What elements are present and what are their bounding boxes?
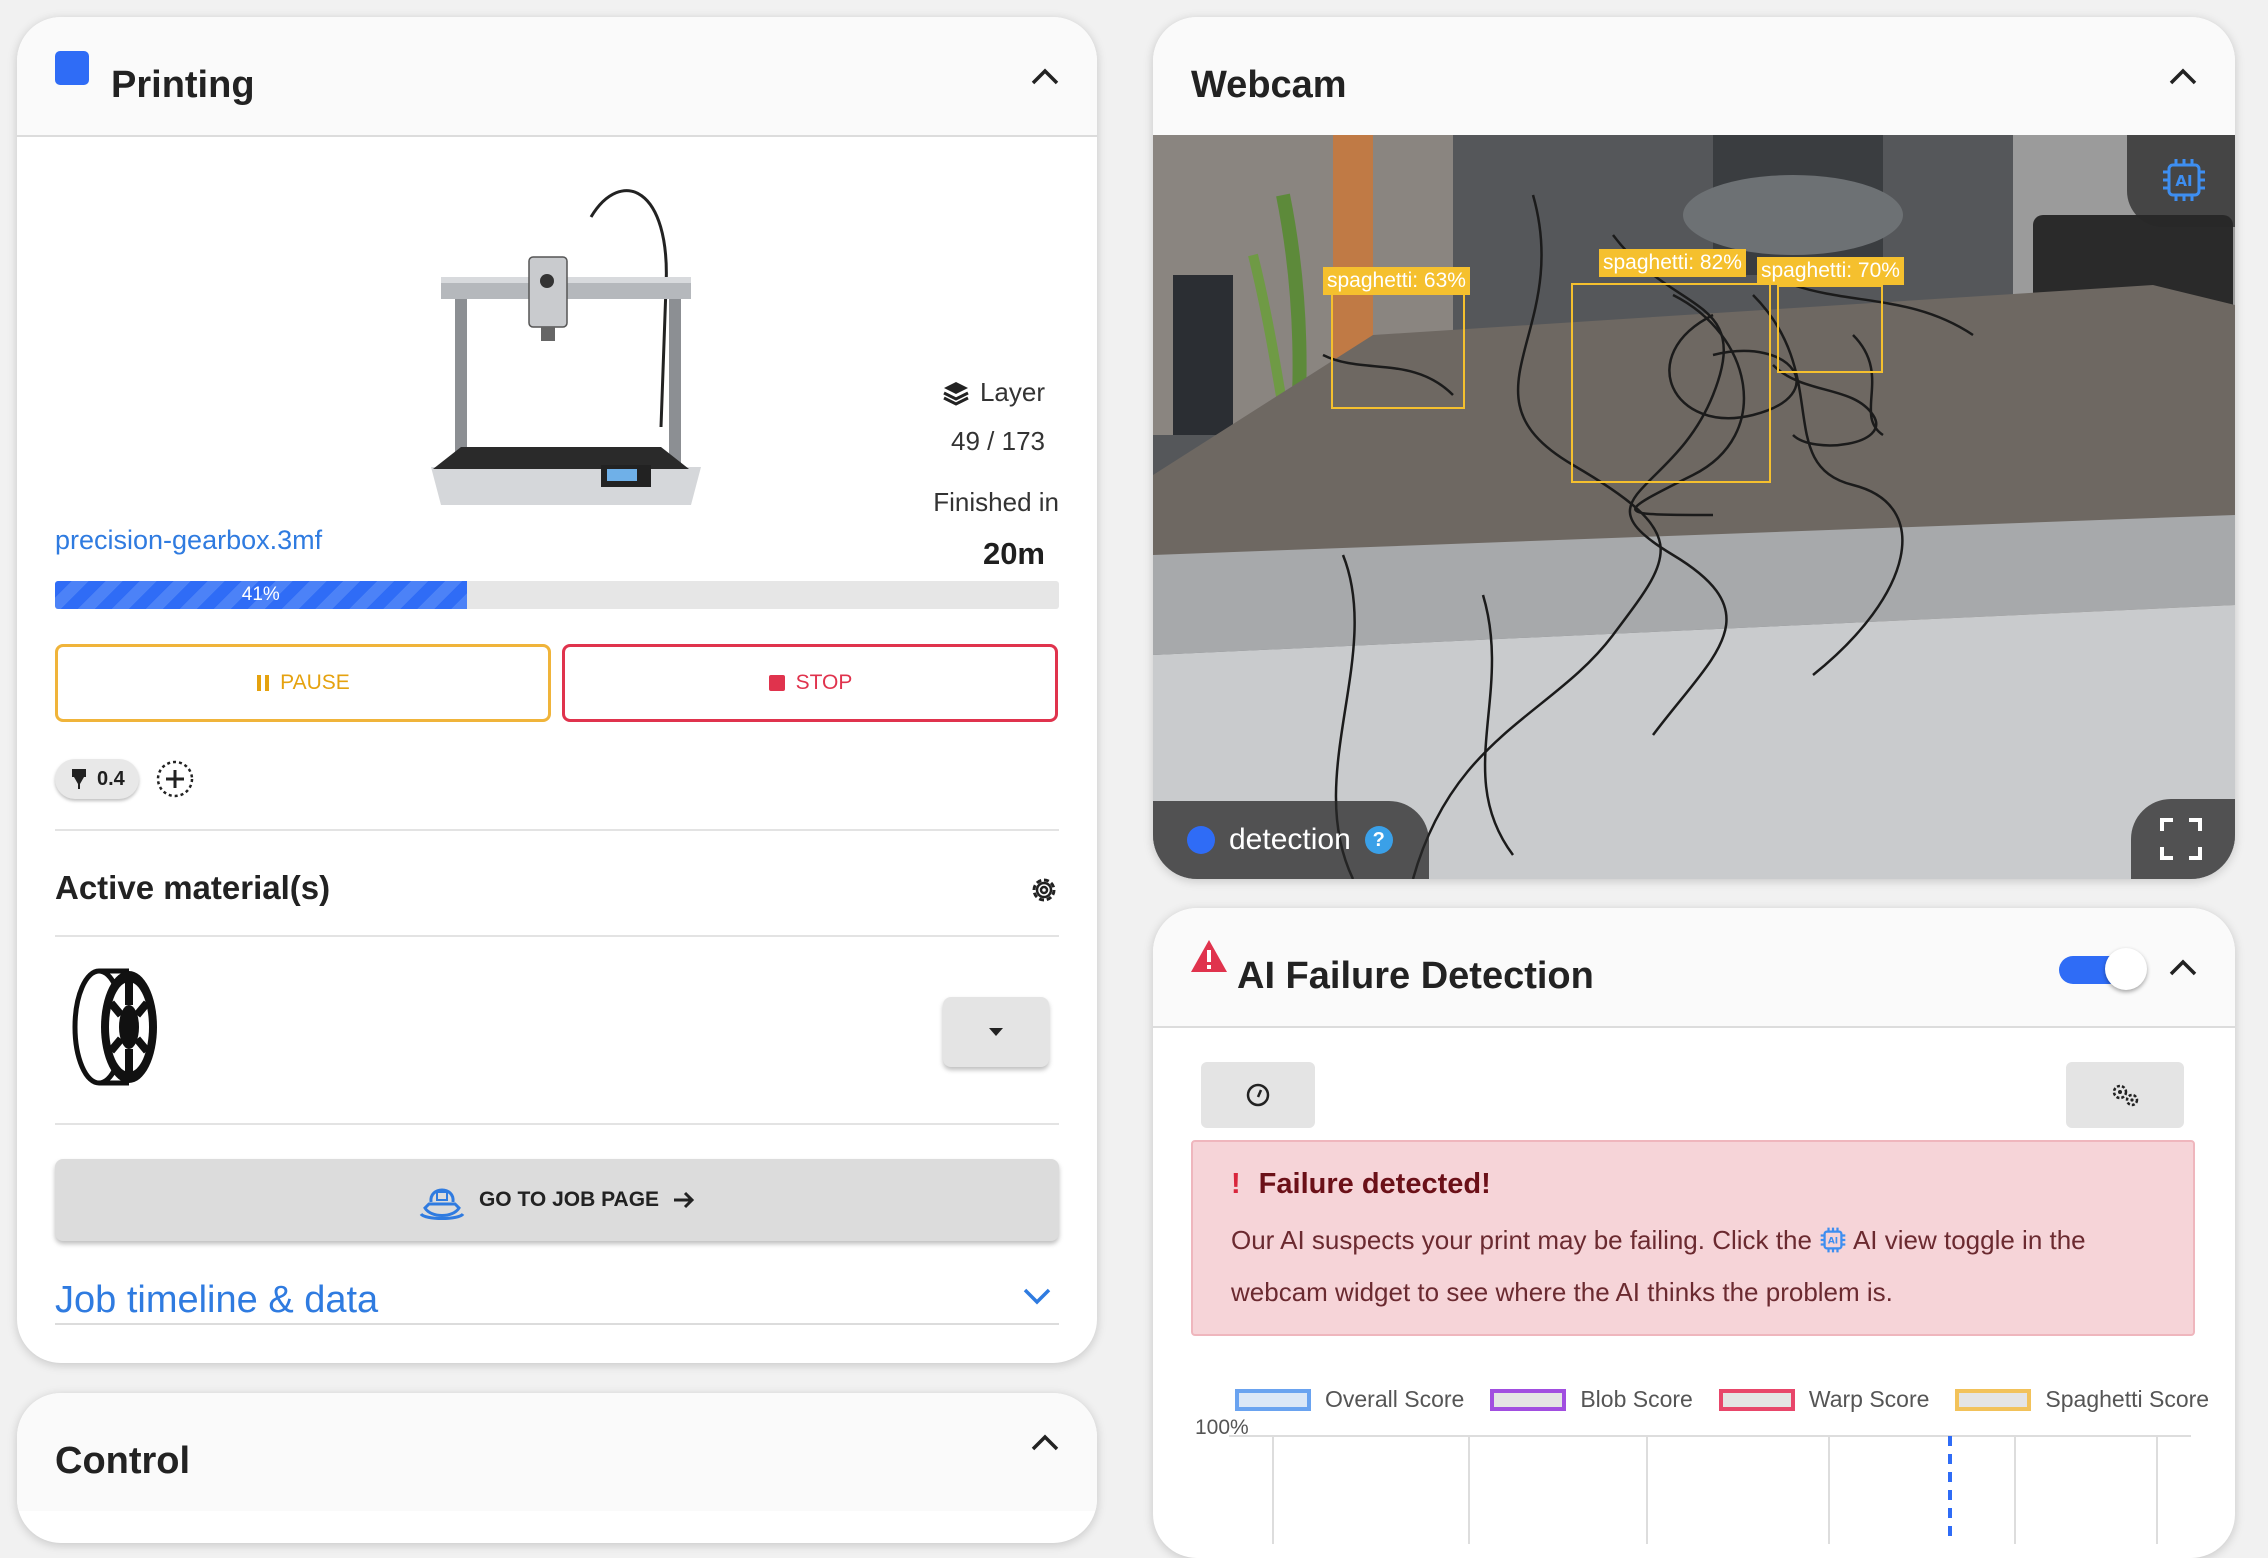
ai-chip-icon: AI [1820, 1227, 1846, 1253]
legend-label[interactable]: Blob Score [1580, 1386, 1693, 1413]
alert-title-text: Failure detected! [1258, 1168, 1491, 1200]
detection-dot-icon [1187, 826, 1215, 854]
score-chart [1229, 1435, 2191, 1544]
collapse-chevron-icon[interactable] [1029, 1431, 1061, 1453]
materials-title: Active material(s) [55, 869, 331, 906]
progress-fill: 41% [55, 581, 467, 609]
ai-header: AI Failure Detection [1153, 908, 2235, 1028]
stop-button[interactable]: STOP [562, 644, 1058, 722]
go-to-job-page-button[interactable]: GO TO JOB PAGE [55, 1159, 1059, 1241]
detection-mode-label: detection [1229, 823, 1351, 856]
pause-icon [257, 675, 270, 691]
control-card: Control [17, 1393, 1097, 1543]
octopus-logo-icon [419, 1188, 465, 1220]
ai-detection-toggle[interactable] [2059, 948, 2147, 992]
webcam-header: Webcam [1153, 17, 2235, 135]
nozzle-value: 0.4 [97, 767, 125, 790]
progress-bar: 41% [55, 581, 1059, 609]
svg-text:AI: AI [1828, 1236, 1838, 1246]
gear-icon[interactable] [1027, 873, 1061, 907]
layer-value: 49 / 173 [951, 426, 1045, 456]
ai-chip-icon: AI [2163, 159, 2205, 201]
ai-title: AI Failure Detection [1237, 955, 1594, 997]
alert-body-part1: Our AI suspects your print may be failin… [1231, 1225, 1812, 1255]
gears-icon [2112, 1084, 2139, 1107]
fullscreen-icon [2160, 818, 2202, 860]
settings-button[interactable] [2066, 1062, 2184, 1128]
layer-info: Layer 49 / 173 [942, 377, 1045, 457]
expand-chevron-icon[interactable] [1021, 1285, 1053, 1307]
fullscreen-button[interactable] [2131, 799, 2235, 879]
collapse-chevron-icon[interactable] [1029, 65, 1061, 87]
layer-label: Layer [979, 377, 1045, 407]
finished-label: Finished in [933, 487, 1059, 517]
webcam-card: Webcam spaghetti: 63% spaghetti: 82% spa… [1153, 17, 2235, 879]
control-title: Control [55, 1440, 191, 1482]
toggle-knob [2105, 948, 2147, 990]
caret-down-icon [989, 1028, 1003, 1036]
failure-alert: ! Failure detected! Our AI suspects your … [1191, 1140, 2195, 1336]
help-icon[interactable]: ? [1364, 826, 1393, 854]
divider [55, 1323, 1059, 1325]
collapse-chevron-icon[interactable] [2167, 65, 2199, 87]
divider [55, 935, 1059, 937]
detection-mode-pill[interactable]: detection ? [1153, 801, 1429, 879]
finished-value: 20m [982, 536, 1045, 571]
detection-label: spaghetti: 63% [1323, 267, 1470, 295]
control-header: Control [17, 1393, 1097, 1511]
printing-card: Printing Layer 49 / 173 Finished in 20m … [17, 17, 1097, 1363]
gauge-icon [1246, 1083, 1270, 1107]
legend-swatch[interactable] [1235, 1388, 1311, 1411]
legend-swatch[interactable] [1718, 1388, 1795, 1411]
printer-image [431, 189, 701, 505]
webcam-feed[interactable]: spaghetti: 63% spaghetti: 82% spaghetti:… [1153, 135, 2235, 879]
webcam-title: Webcam [1191, 64, 1347, 106]
divider [55, 829, 1059, 831]
exclamation-icon: ! [1231, 1168, 1241, 1200]
legend-swatch[interactable] [1955, 1388, 2032, 1411]
nozzle-icon [72, 769, 86, 789]
alert-body: Our AI suspects your print may be failin… [1231, 1214, 2161, 1318]
detection-box [1331, 293, 1465, 409]
nozzle-chip[interactable]: 0.4 [55, 759, 139, 799]
layers-icon [943, 381, 969, 406]
legend-label[interactable]: Spaghetti Score [2045, 1386, 2209, 1413]
job-button-label: GO TO JOB PAGE [478, 1188, 660, 1211]
info-button[interactable] [1201, 1062, 1315, 1128]
add-nozzle-icon[interactable] [155, 759, 195, 799]
legend-swatch[interactable] [1490, 1388, 1567, 1411]
pause-label: PAUSE [280, 671, 350, 694]
ai-view-toggle-button[interactable]: AI [2127, 135, 2235, 227]
detection-box [1777, 285, 1883, 373]
detection-label: spaghetti: 70% [1757, 257, 1904, 285]
job-timeline-toggle[interactable]: Job timeline & data [55, 1279, 378, 1322]
legend-label[interactable]: Warp Score [1809, 1386, 1930, 1413]
alert-title: ! Failure detected! [1231, 1168, 1491, 1201]
filament-spool-icon [72, 968, 157, 1086]
collapse-chevron-icon[interactable] [2167, 956, 2199, 978]
svg-text:AI: AI [2175, 172, 2192, 190]
ai-failure-card: AI Failure Detection ! Failure detected! … [1153, 908, 2235, 1558]
webcam-image [1153, 135, 2235, 879]
chart-legend: Overall Score Blob Score Warp Score Spaghet… [1223, 1386, 2209, 1413]
arrow-right-icon [674, 1191, 695, 1209]
stop-icon [768, 675, 785, 691]
printing-title: Printing [111, 64, 255, 106]
pause-button[interactable]: PAUSE [55, 644, 551, 722]
filename-link[interactable]: precision-gearbox.3mf [55, 525, 322, 556]
material-dropdown-button[interactable] [943, 997, 1049, 1067]
divider [55, 1123, 1059, 1125]
stop-label: STOP [795, 671, 853, 694]
detection-box [1571, 283, 1771, 483]
finished-info: Finished in 20m [933, 487, 1059, 572]
printing-header: Printing [17, 17, 1097, 137]
legend-label[interactable]: Overall Score [1325, 1386, 1464, 1413]
detection-label: spaghetti: 82% [1599, 249, 1746, 277]
